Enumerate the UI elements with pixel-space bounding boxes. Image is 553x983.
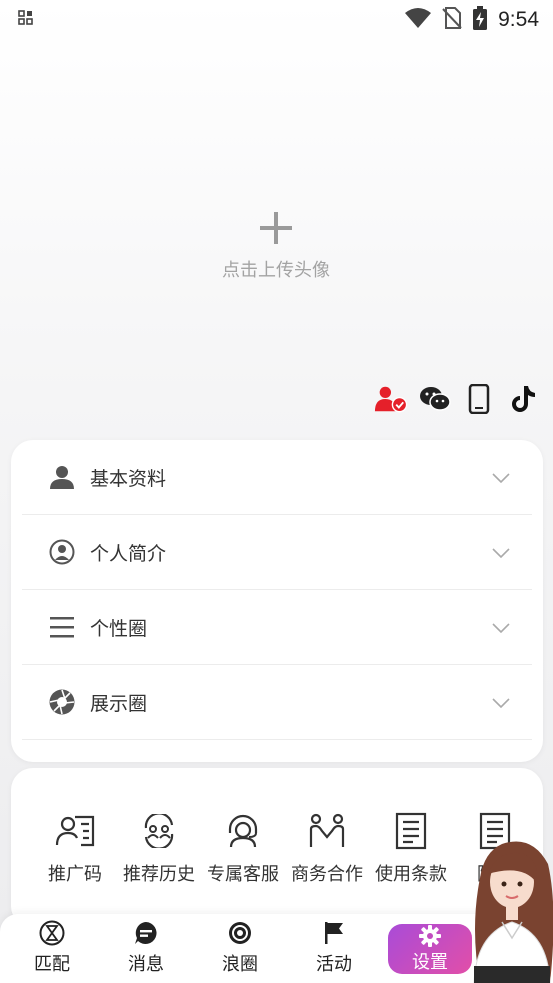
person-icon	[48, 463, 76, 491]
section-label: 基本资料	[90, 467, 167, 490]
tab-wave-circle[interactable]: 浪圈	[200, 920, 280, 980]
quick-action-recommend-history[interactable]: 推荐历史	[117, 810, 201, 886]
profile-sections-panel: 基本资料 个人简介 个性圈 展示圈	[11, 440, 543, 762]
aperture-icon	[48, 688, 76, 716]
quick-action-label: 推广码	[48, 864, 102, 885]
menu-lines-icon	[48, 613, 76, 641]
wifi-icon	[404, 7, 432, 33]
people-refresh-icon	[138, 810, 180, 852]
section-label: 个性圈	[90, 617, 148, 640]
section-showcase-circle[interactable]: 展示圈	[22, 665, 532, 740]
tab-messages[interactable]: 消息	[106, 920, 186, 980]
gear-icon	[417, 924, 443, 948]
section-basic-info[interactable]: 基本资料	[22, 440, 532, 515]
avatar-upload-label: 点击上传头像	[222, 260, 330, 281]
status-time: 9:54	[498, 8, 539, 31]
id-card-icon	[54, 810, 96, 852]
phone-icon[interactable]	[462, 381, 496, 417]
quick-action-customer-service[interactable]: 专属客服	[201, 810, 285, 886]
chevron-down-icon	[492, 468, 510, 487]
wechat-icon[interactable]	[418, 381, 452, 417]
quick-action-business[interactable]: 商务合作	[285, 810, 369, 886]
section-bio[interactable]: 个人简介	[22, 515, 532, 590]
section-label: 个人简介	[90, 542, 167, 565]
chevron-down-icon	[492, 693, 510, 712]
app-grid-icon	[18, 10, 34, 30]
chat-bubble-icon	[133, 920, 159, 946]
document-icon	[390, 810, 432, 852]
battery-charging-icon	[472, 6, 488, 34]
no-sim-icon	[442, 7, 462, 33]
spiral-icon	[227, 920, 253, 946]
quick-action-label: 商务合作	[291, 864, 363, 885]
quick-action-label: 使用条款	[375, 864, 447, 885]
tab-activities[interactable]: 活动	[294, 920, 374, 980]
section-label: 展示圈	[90, 692, 148, 715]
hourglass-icon	[39, 920, 65, 946]
tab-settings[interactable]: 设置	[388, 924, 472, 974]
headset-icon	[222, 810, 264, 852]
chevron-down-icon	[492, 618, 510, 637]
avatar-upload[interactable]: 点击上传头像	[176, 208, 376, 288]
handshake-icon	[306, 810, 348, 852]
section-personality-circle[interactable]: 个性圈	[22, 590, 532, 665]
quick-action-promo-code[interactable]: 推广码	[33, 810, 117, 886]
status-bar: 9:54	[0, 0, 553, 40]
chevron-down-icon	[492, 543, 510, 562]
assistant-avatar[interactable]	[462, 838, 553, 983]
quick-action-terms[interactable]: 使用条款	[369, 810, 453, 886]
tiktok-icon[interactable]	[506, 381, 540, 417]
tab-match[interactable]: 匹配	[12, 920, 92, 980]
flag-icon	[321, 920, 347, 946]
quick-action-label: 推荐历史	[123, 864, 195, 885]
tab-label: 消息	[128, 954, 164, 975]
tab-label: 浪圈	[222, 954, 258, 975]
tab-label: 设置	[412, 952, 448, 973]
tab-label: 匹配	[34, 954, 70, 975]
profile-circle-icon	[48, 538, 76, 566]
verified-user-icon[interactable]	[374, 381, 408, 417]
plus-icon	[256, 208, 296, 248]
tab-label: 活动	[316, 954, 352, 975]
social-binding-row	[374, 381, 540, 417]
quick-action-label: 专属客服	[207, 864, 279, 885]
